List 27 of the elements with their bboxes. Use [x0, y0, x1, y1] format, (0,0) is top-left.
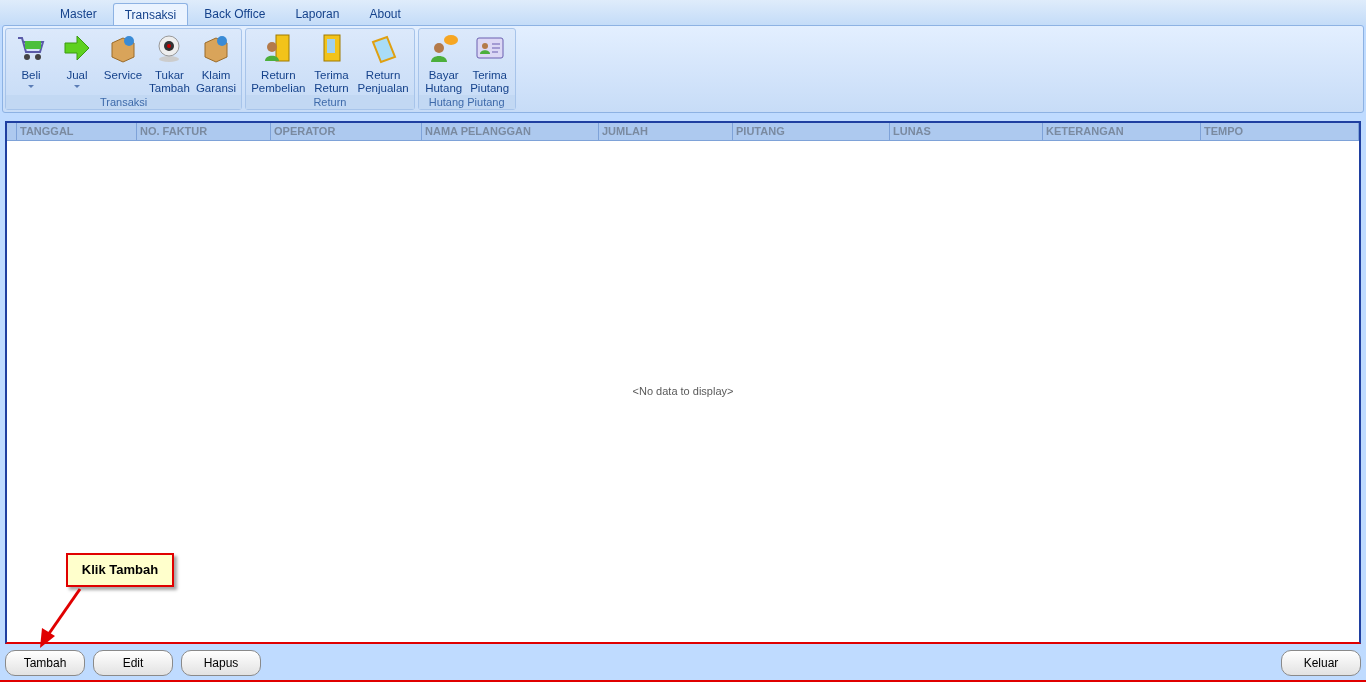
action-button[interactable]: Hapus — [181, 650, 261, 676]
ribbon-button[interactable]: Jual — [54, 29, 100, 95]
ribbon-button[interactable]: Return Pembelian — [248, 29, 309, 95]
ribbon-button[interactable]: Beli — [8, 29, 54, 95]
action-button[interactable]: Edit — [93, 650, 173, 676]
menu-tab[interactable]: Back Office — [189, 3, 281, 25]
action-button[interactable]: Tambah — [5, 650, 85, 676]
group-title: Transaksi — [6, 95, 242, 109]
ribbon-button[interactable]: Terima Return — [308, 29, 355, 95]
empty-message: <No data to display> — [632, 384, 734, 400]
action-button[interactable]: Keluar — [1281, 650, 1361, 676]
dropdown-caret-icon — [74, 85, 80, 88]
callout-note: Klik Tambah — [66, 553, 174, 587]
group-title: Return — [246, 95, 414, 109]
menu-tab[interactable]: Laporan — [280, 3, 355, 25]
ribbon-button[interactable]: Terima Piutang — [466, 29, 513, 95]
dropdown-caret-icon — [28, 85, 34, 88]
ribbon-button[interactable]: Klaim Garansi — [192, 29, 240, 95]
ribbon-button[interactable]: Tukar Tambah — [146, 29, 193, 95]
arrow — [40, 588, 82, 648]
ribbon-button[interactable]: Return Penjualan — [354, 29, 412, 95]
menu-tab[interactable]: Transaksi — [112, 3, 189, 25]
group-title: Hutang Piutang — [418, 95, 515, 109]
ribbon-button[interactable]: Bayar Hutang — [420, 29, 467, 95]
menu-tab[interactable]: Master — [45, 3, 112, 25]
ribbon-button[interactable]: Service — [100, 29, 146, 95]
menu-tab[interactable]: About — [354, 3, 416, 25]
